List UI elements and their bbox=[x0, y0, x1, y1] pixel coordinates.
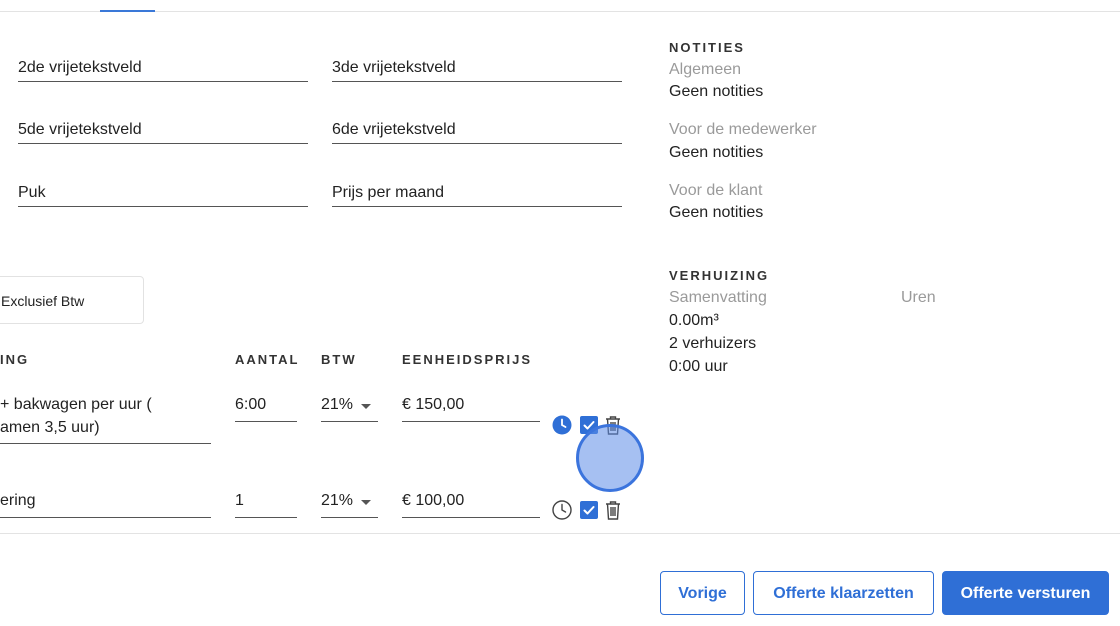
table-row-description[interactable]: ering bbox=[0, 492, 211, 518]
active-tab-indicator bbox=[100, 10, 155, 12]
row-description-line2: amen 3,5 uur) bbox=[0, 419, 100, 436]
notes-title: NOTITIES bbox=[669, 40, 745, 55]
row-quantity-input[interactable]: 1 bbox=[235, 492, 297, 518]
moving-summary-label: Samenvatting bbox=[669, 289, 767, 306]
row-btw-select[interactable]: 21% bbox=[321, 492, 378, 518]
chevron-down-icon bbox=[361, 404, 371, 409]
free-text-field-6[interactable]: 6de vrijetekstveld bbox=[332, 117, 622, 144]
clock-icon[interactable] bbox=[552, 415, 572, 435]
chevron-down-icon bbox=[361, 500, 371, 505]
moving-hours-label: Uren bbox=[901, 289, 936, 306]
checkbox[interactable] bbox=[580, 501, 598, 519]
row-description-line1: ering bbox=[0, 492, 36, 509]
click-indicator bbox=[576, 424, 644, 492]
notes-customer-value: Geen notities bbox=[669, 204, 764, 221]
moving-title: VERHUIZING bbox=[669, 268, 770, 283]
row-btw-select[interactable]: 21% bbox=[321, 396, 378, 422]
row-unit-price-input[interactable]: € 100,00 bbox=[402, 492, 540, 518]
free-text-field-3[interactable]: 3de vrijetekstveld bbox=[332, 55, 622, 82]
btw-mode-label: Exclusief Btw bbox=[1, 293, 85, 309]
row-unit-price-input[interactable]: € 150,00 bbox=[402, 396, 540, 422]
previous-button[interactable]: Vorige bbox=[660, 571, 745, 615]
col-header-unit-price: EENHEIDSPRIJS bbox=[402, 352, 533, 367]
col-header-btw: BTW bbox=[321, 352, 357, 367]
row-btw-value: 21% bbox=[321, 492, 354, 509]
notes-employee-value: Geen notities bbox=[669, 144, 764, 161]
trash-icon[interactable] bbox=[604, 500, 624, 520]
puk-field[interactable]: Puk bbox=[18, 180, 308, 207]
row-description-line1: + bakwagen per uur ( bbox=[0, 396, 152, 413]
top-divider bbox=[0, 11, 1120, 12]
moving-volume: 0.00m³ bbox=[669, 312, 719, 329]
moving-movers: 2 verhuizers bbox=[669, 335, 757, 352]
footer-divider bbox=[0, 533, 1120, 534]
free-text-field-2[interactable]: 2de vrijetekstveld bbox=[18, 55, 308, 82]
notes-general-label: Algemeen bbox=[669, 61, 742, 78]
clock-icon[interactable] bbox=[552, 500, 572, 520]
col-header-description: ING bbox=[0, 352, 30, 367]
notes-general-value: Geen notities bbox=[669, 83, 764, 100]
btw-mode-select[interactable]: Exclusief Btw bbox=[0, 276, 144, 324]
row-btw-value: 21% bbox=[321, 396, 354, 413]
notes-customer-label: Voor de klant bbox=[669, 182, 763, 199]
send-quote-button[interactable]: Offerte versturen bbox=[942, 571, 1109, 615]
free-text-field-5[interactable]: 5de vrijetekstveld bbox=[18, 117, 308, 144]
row-quantity-input[interactable]: 6:00 bbox=[235, 396, 297, 422]
notes-employee-label: Voor de medewerker bbox=[669, 121, 817, 138]
table-row-description[interactable]: + bakwagen per uur ( amen 3,5 uur) bbox=[0, 396, 211, 444]
price-per-month-field[interactable]: Prijs per maand bbox=[332, 180, 622, 207]
col-header-quantity: AANTAL bbox=[235, 352, 300, 367]
prepare-quote-button[interactable]: Offerte klaarzetten bbox=[753, 571, 934, 615]
moving-time: 0:00 uur bbox=[669, 358, 728, 375]
